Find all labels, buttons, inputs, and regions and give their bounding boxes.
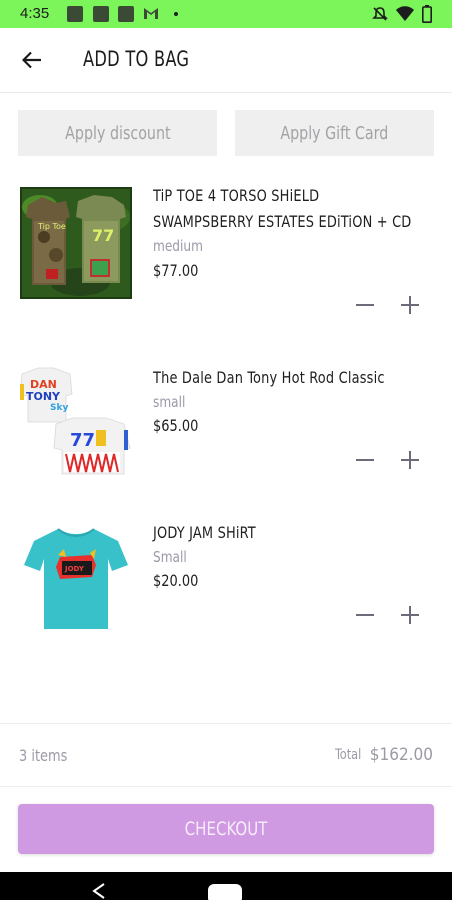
- mute-icon: [372, 7, 388, 21]
- decrease-quantity-button[interactable]: [351, 291, 379, 319]
- svg-text:77: 77: [70, 430, 95, 451]
- cart-item: JODY JODY JAM SHiRT Small $20.00: [0, 517, 452, 637]
- battery-icon: [422, 5, 432, 23]
- system-nav-bar: [0, 872, 452, 904]
- item-size: medium: [153, 237, 203, 255]
- item-price: $77.00: [153, 261, 199, 280]
- app-bar: ADD TO BAG: [0, 28, 452, 93]
- white-racing-shirts-image: DAN TONY Sky 77: [20, 364, 132, 476]
- page-title: ADD TO BAG: [83, 47, 190, 71]
- plus-icon: [401, 451, 419, 469]
- cart-item: DAN TONY Sky 77 The Dale Dan Tony Hot Ro…: [0, 362, 452, 482]
- decrease-quantity-button[interactable]: [351, 601, 379, 629]
- item-size: small: [153, 393, 186, 411]
- svg-text:77: 77: [92, 226, 114, 245]
- apply-discount-button[interactable]: Apply discount: [18, 110, 217, 156]
- notification-icon: [118, 6, 134, 22]
- minus-icon: [356, 459, 374, 461]
- item-price: $20.00: [153, 571, 199, 590]
- item-name: The Dale Dan Tony Hot Rod Classic: [153, 368, 385, 387]
- increase-quantity-button[interactable]: [396, 291, 424, 319]
- camo-shirts-image: Tip Toe 77: [20, 187, 132, 299]
- wifi-icon: [396, 6, 414, 21]
- gmail-icon: [144, 8, 158, 19]
- plus-icon: [401, 606, 419, 624]
- nav-home-button[interactable]: [208, 884, 242, 904]
- plus-icon: [401, 296, 419, 314]
- status-time: 4:35: [20, 5, 50, 22]
- svg-text:TONY: TONY: [26, 390, 61, 403]
- arrow-left-icon: [22, 51, 41, 69]
- total-value: $162.00: [369, 745, 433, 765]
- teal-tshirt-image: JODY: [20, 519, 132, 631]
- notification-icon: [67, 6, 83, 22]
- dot-icon: [174, 12, 178, 16]
- checkout-button[interactable]: CHECKOUT: [18, 804, 434, 854]
- svg-text:JODY: JODY: [64, 565, 85, 573]
- notification-icon: [93, 6, 109, 22]
- item-name: JODY JAM SHiRT: [153, 523, 256, 542]
- minus-icon: [356, 304, 374, 306]
- increase-quantity-button[interactable]: [396, 446, 424, 474]
- apply-gift-card-button[interactable]: Apply Gift Card: [235, 110, 434, 156]
- apply-discount-label: Apply discount: [64, 122, 171, 144]
- item-size: Small: [153, 548, 187, 566]
- item-count: 3 items: [19, 746, 68, 765]
- item-name: TiP TOE 4 TORSO SHiELD: [153, 186, 320, 205]
- status-bar: 4:35: [0, 0, 452, 28]
- cart-item: Tip Toe 77 TiP TOE 4 TORSO SHiELD SWAMPS…: [0, 185, 452, 325]
- svg-text:Tip Toe: Tip Toe: [37, 222, 66, 231]
- total-label: Total: [335, 747, 362, 763]
- checkout-label: CHECKOUT: [184, 818, 268, 840]
- item-name-line2: SWAMPSBERRY ESTATES EDiTiON + CD: [153, 212, 412, 231]
- apply-gift-card-label: Apply Gift Card: [280, 122, 389, 144]
- order-summary: 3 items Total $162.00: [0, 723, 452, 787]
- back-button[interactable]: [14, 46, 50, 74]
- minus-icon: [356, 614, 374, 616]
- svg-text:Sky: Sky: [50, 403, 68, 413]
- decrease-quantity-button[interactable]: [351, 446, 379, 474]
- nav-back-icon[interactable]: [90, 882, 108, 900]
- item-price: $65.00: [153, 416, 199, 435]
- increase-quantity-button[interactable]: [396, 601, 424, 629]
